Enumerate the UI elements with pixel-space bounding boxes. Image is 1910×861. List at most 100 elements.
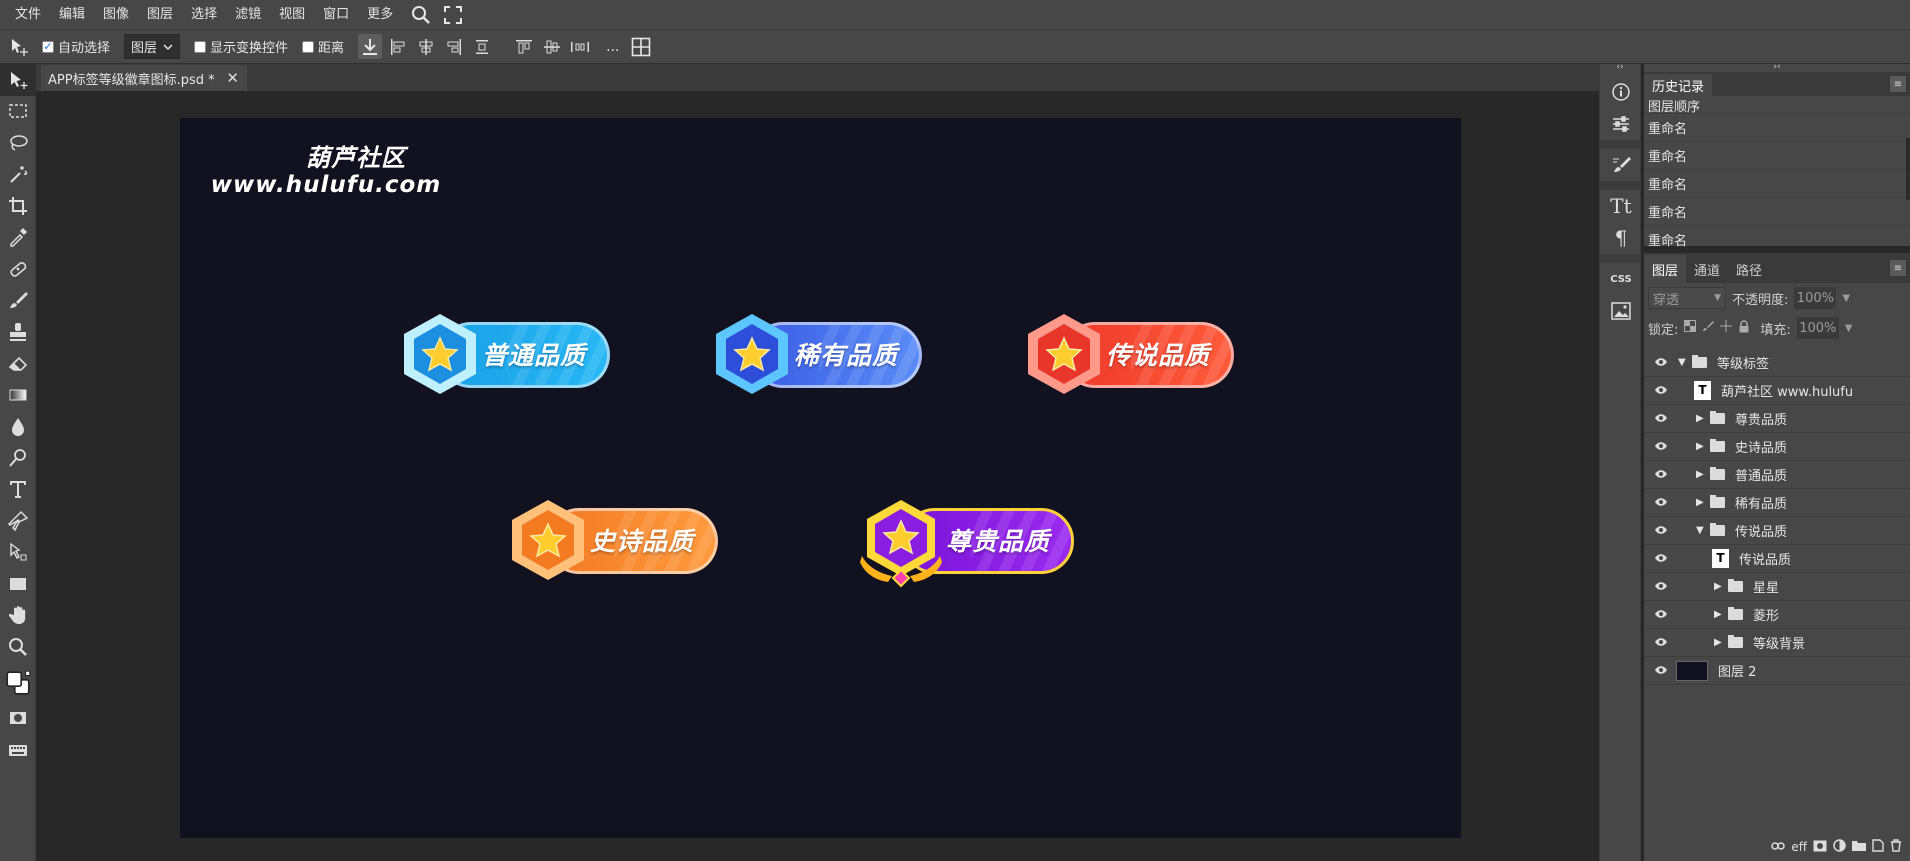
blend-mode-dropdown[interactable]: 穿透 ▼	[1648, 287, 1726, 309]
layer-row[interactable]: T 传说品质	[1644, 545, 1910, 573]
layer-row[interactable]: ▶ 稀有品质	[1644, 489, 1910, 517]
tab-channels[interactable]: 通道	[1686, 255, 1728, 283]
layer-row[interactable]: 图层 2	[1644, 657, 1910, 685]
new-group-icon[interactable]	[1852, 840, 1866, 854]
keyboard-icon[interactable]	[0, 734, 36, 766]
download-icon[interactable]	[358, 34, 383, 59]
expanded-triangle-icon[interactable]: ▼	[1678, 357, 1688, 368]
visibility-eye-icon[interactable]	[1654, 441, 1668, 451]
visibility-eye-icon[interactable]	[1654, 581, 1668, 591]
eraser-tool-icon[interactable]	[0, 348, 36, 380]
collapsed-triangle-icon[interactable]: ▶	[1714, 609, 1724, 620]
caret-down-icon[interactable]: ▼	[1845, 323, 1853, 334]
visibility-eye-icon[interactable]	[1654, 469, 1668, 479]
collapsed-triangle-icon[interactable]: ▶	[1696, 441, 1706, 452]
auto-select-checkbox[interactable]: 自动选择	[42, 37, 110, 56]
checkbox-icon[interactable]	[42, 40, 54, 53]
tab-history[interactable]: 历史记录	[1644, 74, 1713, 96]
layer-row[interactable]: ▶ 等级背景	[1644, 629, 1910, 657]
history-item[interactable]: 重命名	[1644, 198, 1910, 226]
adjustment-layer-icon[interactable]	[1833, 839, 1846, 855]
healing-brush-icon[interactable]	[0, 253, 36, 285]
visibility-eye-icon[interactable]	[1654, 637, 1668, 647]
fill-input[interactable]: 100%	[1796, 317, 1839, 339]
menu-view[interactable]: 视图	[270, 0, 314, 29]
distribute-vertical-icon[interactable]	[470, 34, 494, 59]
lock-all-icon[interactable]	[1738, 319, 1750, 337]
lock-position-icon[interactable]	[1720, 320, 1733, 336]
collapsed-triangle-icon[interactable]: ▶	[1696, 469, 1706, 480]
menu-edit[interactable]: 编辑	[50, 0, 94, 29]
layer-row[interactable]: ▶ 菱形	[1644, 601, 1910, 629]
crop-tool-icon[interactable]	[0, 190, 36, 222]
menu-more[interactable]: 更多	[358, 0, 402, 29]
layer-mask-icon[interactable]	[1813, 840, 1827, 855]
collapsed-triangle-icon[interactable]: ▶	[1714, 637, 1724, 648]
caret-down-icon[interactable]: ▼	[1842, 293, 1850, 304]
visibility-eye-icon[interactable]	[1654, 497, 1668, 507]
search-icon[interactable]	[408, 0, 434, 29]
align-hcenter-icon[interactable]	[414, 34, 438, 59]
link-layers-icon[interactable]	[1771, 840, 1786, 854]
color-swatches-icon[interactable]	[0, 663, 36, 703]
history-scrollbar[interactable]	[1906, 138, 1910, 200]
expanded-triangle-icon[interactable]: ▼	[1696, 525, 1706, 536]
paragraph-icon[interactable]: ¶	[1600, 222, 1642, 254]
adjustments-icon[interactable]	[1600, 108, 1642, 140]
visibility-eye-icon[interactable]	[1654, 553, 1668, 563]
move-tool-preset-icon[interactable]	[8, 34, 32, 59]
more-options[interactable]: ...	[606, 39, 619, 55]
show-transform-checkbox[interactable]: 显示变换控件	[194, 37, 288, 56]
lasso-tool-icon[interactable]	[0, 127, 36, 159]
visibility-eye-icon[interactable]	[1654, 609, 1668, 619]
menu-image[interactable]: 图像	[94, 0, 138, 29]
collapsed-triangle-icon[interactable]: ▶	[1714, 581, 1724, 592]
zoom-tool-icon[interactable]	[0, 631, 36, 663]
brush-settings-icon[interactable]	[1600, 149, 1642, 181]
menu-layer[interactable]: 图层	[138, 0, 182, 29]
collapse-icon[interactable]: ‹›	[1600, 63, 1640, 72]
move-tool-icon[interactable]	[0, 64, 36, 96]
character-icon[interactable]: Tt	[1600, 190, 1642, 222]
collapsed-triangle-icon[interactable]: ▶	[1696, 497, 1706, 508]
visibility-eye-icon[interactable]	[1654, 525, 1668, 535]
close-icon[interactable]: ✕	[226, 69, 239, 87]
panel-menu-icon[interactable]: ≡	[1890, 76, 1906, 92]
grid-icon[interactable]	[629, 34, 653, 59]
align-vcenter-icon[interactable]	[540, 34, 564, 59]
layer-row[interactable]: ▼ 等级标签	[1644, 349, 1910, 377]
align-right-icon[interactable]	[442, 34, 466, 59]
layer-row[interactable]: ▶ 星星	[1644, 573, 1910, 601]
distance-checkbox[interactable]: 距离	[302, 37, 344, 56]
image-icon[interactable]	[1600, 295, 1642, 327]
checkbox-icon[interactable]	[302, 40, 315, 53]
marquee-tool-icon[interactable]	[0, 96, 36, 128]
history-item[interactable]: 重命名	[1644, 226, 1910, 254]
tab-layers[interactable]: 图层	[1644, 255, 1687, 283]
stamp-tool-icon[interactable]	[0, 316, 36, 348]
fullscreen-icon[interactable]	[440, 0, 466, 29]
align-left-icon[interactable]	[386, 34, 410, 59]
layer-effects-icon[interactable]: eff	[1791, 840, 1807, 854]
lock-pixels-icon[interactable]	[1702, 320, 1715, 336]
menu-window[interactable]: 窗口	[314, 0, 358, 29]
history-item[interactable]: 图层顺序	[1644, 96, 1910, 115]
layer-row[interactable]: T 葫芦社区 www.hulufu	[1644, 377, 1910, 405]
new-layer-icon[interactable]	[1872, 839, 1884, 855]
delete-layer-icon[interactable]	[1890, 839, 1902, 855]
visibility-eye-icon[interactable]	[1654, 385, 1668, 395]
brush-tool-icon[interactable]	[0, 285, 36, 317]
history-item[interactable]: 重命名	[1644, 114, 1910, 142]
dodge-tool-icon[interactable]	[0, 442, 36, 474]
layer-row[interactable]: ▶ 普通品质	[1644, 461, 1910, 489]
layer-row[interactable]: ▶ 史诗品质	[1644, 433, 1910, 461]
history-item[interactable]: 重命名	[1644, 170, 1910, 198]
css-icon[interactable]: CSS	[1600, 263, 1642, 295]
align-top-icon[interactable]	[512, 34, 536, 59]
opacity-input[interactable]: 100%	[1794, 287, 1837, 309]
path-selection-icon[interactable]	[0, 537, 36, 569]
visibility-eye-icon[interactable]	[1654, 413, 1668, 423]
history-item[interactable]: 重命名	[1644, 142, 1910, 170]
magic-wand-icon[interactable]	[0, 159, 36, 191]
visibility-eye-icon[interactable]	[1654, 357, 1668, 367]
